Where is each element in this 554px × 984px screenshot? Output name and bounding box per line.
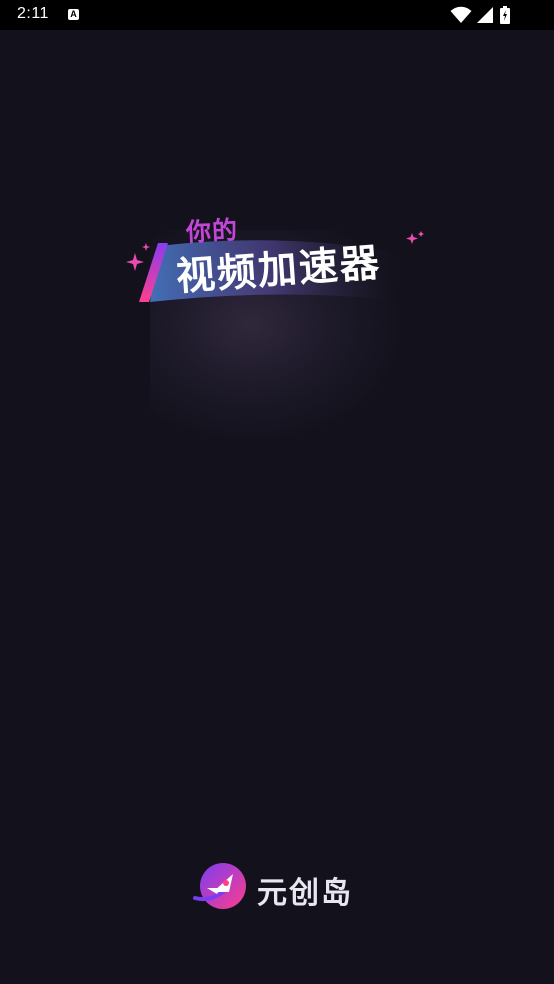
sparkle-icon (142, 243, 150, 251)
sparkle-icon (406, 233, 418, 244)
rocket-logo-icon (193, 863, 246, 909)
splash-artwork (126, 231, 424, 302)
sparkle-icon (418, 231, 424, 237)
sparkle-icon (126, 253, 144, 271)
brand-name: 元创岛 (257, 876, 353, 911)
